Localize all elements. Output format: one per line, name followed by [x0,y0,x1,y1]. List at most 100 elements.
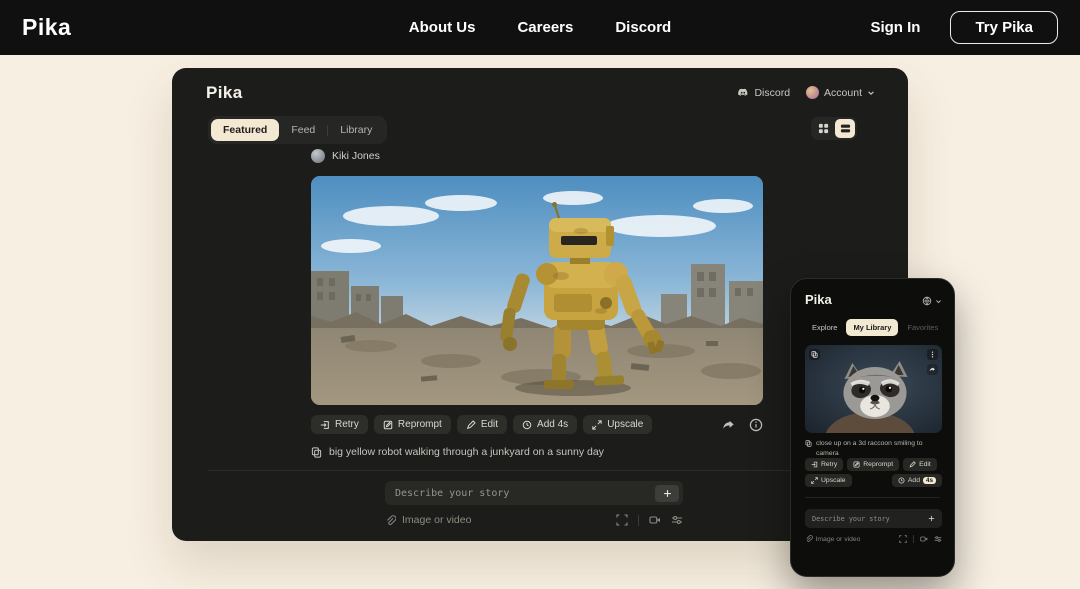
phone-add-label: Add [908,477,920,484]
discord-link[interactable]: Discord [737,87,790,99]
post-action-bar: Retry Reprompt Edit Add 4s Upscale [311,415,763,434]
phone-add-4s-button[interactable]: Add 4s [892,474,942,487]
grid-view-button[interactable] [813,119,833,138]
post-author: Kiki Jones [311,149,763,163]
desktop-pika-logo: Pika [206,83,243,103]
share-icon [929,366,936,373]
clock-icon [898,477,905,484]
add-4s-button[interactable]: Add 4s [513,415,577,434]
dots-vertical-icon [929,351,936,358]
composer-option-icons [616,514,683,526]
author-name[interactable]: Kiki Jones [332,150,380,162]
try-pika-button[interactable]: Try Pika [950,11,1058,44]
retry-button[interactable]: Retry [311,415,368,434]
attach-media-button[interactable]: Image or video [385,514,471,526]
chevron-down-icon[interactable] [935,298,942,305]
phone-retry-button[interactable]: Retry [805,458,843,471]
card-more-button[interactable] [927,349,938,360]
card-copy-button[interactable] [809,349,820,360]
sliders-icon[interactable] [671,514,683,526]
raccoon-video-card[interactable] [805,345,942,433]
paperclip-icon [385,515,396,526]
pika-logo[interactable]: Pika [22,14,71,41]
reprompt-label: Reprompt [398,419,442,430]
edit-icon [909,461,916,468]
grid-view-icon [818,123,829,134]
feed-tabs: Featured Feed Library [208,116,387,144]
plus-icon [928,515,935,522]
phone-tab-favorites[interactable]: Favorites [900,319,945,336]
upscale-icon [592,420,602,430]
prompt-bar[interactable] [385,481,683,505]
edit-button[interactable]: Edit [457,415,507,434]
tab-featured[interactable]: Featured [211,119,279,141]
phone-attach-media-button[interactable]: Image or video [805,535,860,543]
phone-reprompt-button[interactable]: Reprompt [847,458,899,471]
composer-meta-row: Image or video [385,514,683,526]
featured-post: Kiki Jones [311,149,763,458]
prompt-input[interactable] [395,488,655,499]
upscale-label: Upscale [607,419,643,430]
phone-caption-row: close up on a 3d raccoon smiling to came… [805,439,942,458]
info-icon[interactable] [749,418,763,432]
phone-tab-explore[interactable]: Explore [805,319,844,336]
sliders-icon[interactable] [934,535,942,543]
submit-prompt-button[interactable] [655,485,679,502]
attach-media-label: Image or video [402,514,471,526]
tab-library[interactable]: Library [328,119,384,141]
discord-icon [737,87,749,99]
camera-icon[interactable] [649,514,661,526]
upscale-button[interactable]: Upscale [583,415,652,434]
phone-prompt-input[interactable] [812,515,924,523]
aspect-ratio-icon[interactable] [899,535,907,543]
post-caption-row: big yellow robot walking through a junky… [311,446,763,458]
desktop-composer: Image or video [385,481,683,526]
icon-divider [913,535,914,543]
phone-attach-label: Image or video [816,536,861,543]
account-avatar [806,86,819,99]
globe-icon[interactable] [922,296,932,306]
phone-prompt-bar[interactable] [805,509,942,528]
phone-upscale-button[interactable]: Upscale [805,474,852,487]
robot-junkyard-video[interactable] [311,176,763,405]
phone-submit-prompt-button[interactable] [924,512,939,525]
nav-link-discord[interactable]: Discord [615,19,671,36]
paperclip-icon [805,535,813,543]
upscale-icon [811,477,818,484]
phone-tab-my-library[interactable]: My Library [846,319,898,336]
nav-link-about-us[interactable]: About Us [409,19,476,36]
phone-edit-button[interactable]: Edit [903,458,937,471]
phone-reprompt-label: Reprompt [863,461,893,468]
copy-icon[interactable] [805,440,812,447]
list-view-button[interactable] [835,119,855,138]
tab-feed[interactable]: Feed [279,119,327,141]
nav-actions: Sign In Try Pika [870,11,1058,44]
aspect-ratio-icon[interactable] [616,514,628,526]
reprompt-button[interactable]: Reprompt [374,415,451,434]
phone-tabs: Explore My Library Favorites [805,319,945,336]
desktop-header-actions: Discord Account [737,86,875,99]
retry-icon [811,461,818,468]
copy-icon[interactable] [311,447,322,458]
robot-junkyard-illustration [311,176,763,405]
phone-edit-label: Edit [919,461,931,468]
phone-header-actions [922,296,942,306]
reprompt-icon [853,461,860,468]
composer-divider [208,470,872,471]
share-icon[interactable] [722,418,736,432]
nav-link-careers[interactable]: Careers [517,19,573,36]
nav-links: About Us Careers Discord [409,19,671,36]
phone-app-mockup: Pika Explore My Library Favorites [790,278,955,577]
chevron-down-icon [867,89,875,97]
camera-icon[interactable] [920,535,928,543]
sign-in-link[interactable]: Sign In [870,19,920,36]
post-action-buttons: Retry Reprompt Edit Add 4s Upscale [311,415,652,434]
post-caption: big yellow robot walking through a junky… [329,446,604,458]
phone-composer-meta: Image or video [805,535,942,543]
raccoon-illustration [805,345,942,433]
phone-composer-icons [899,535,942,543]
account-menu[interactable]: Account [806,86,875,99]
card-share-button[interactable] [927,364,938,375]
author-avatar [311,149,325,163]
phone-action-row-2: Upscale Add 4s [805,474,942,487]
